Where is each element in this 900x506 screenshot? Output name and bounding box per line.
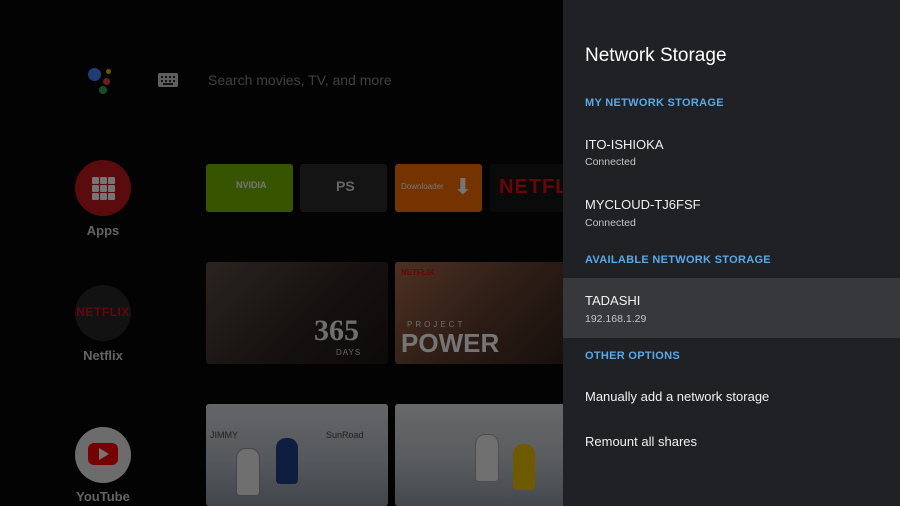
- poster-title: 365: [314, 314, 359, 347]
- rink-ad: JIMMY: [210, 430, 238, 440]
- storage-name: TADASHI: [585, 293, 641, 308]
- download-arrow-icon: ⬇: [453, 174, 472, 199]
- nvidia-app-card[interactable]: NVIDIA: [206, 164, 293, 212]
- storage-name: ITO-ISHIOKA: [585, 137, 664, 152]
- apps-button[interactable]: [75, 160, 131, 216]
- storage-item-mycloud-tj6fsf[interactable]: MYCLOUD-TJ6FSF Connected: [563, 190, 900, 246]
- netflix-app-card[interactable]: NETFLIX: [490, 164, 565, 212]
- hockey-video-thumbnail[interactable]: JIMMY SunRoad: [206, 404, 388, 506]
- netflix-logo: NETFLIX: [499, 176, 565, 198]
- storage-item-ito-ishioka[interactable]: ITO-ISHIOKA Connected: [563, 130, 900, 186]
- apps-label: Apps: [86, 223, 120, 238]
- storage-status: Connected: [585, 156, 636, 168]
- hockey-player: [276, 438, 298, 484]
- storage-status: Connected: [585, 217, 636, 229]
- netflix-label: Netflix: [83, 348, 123, 363]
- poster-project-power[interactable]: NETFLIX PROJECT POWER: [395, 262, 570, 364]
- google-assistant-icon[interactable]: [86, 66, 120, 96]
- hockey-player: [236, 448, 260, 496]
- youtube-play-icon: [88, 443, 118, 465]
- hockey-player: [513, 444, 535, 490]
- downloader-label: Downloader: [401, 182, 444, 191]
- panel-title: Network Storage: [585, 45, 727, 66]
- poster-subtitle: DAYS: [336, 348, 362, 357]
- storage-name: MYCLOUD-TJ6FSF: [585, 197, 701, 212]
- hockey-video-thumbnail[interactable]: [395, 404, 570, 506]
- search-input[interactable]: Search movies, TV, and more: [208, 72, 392, 88]
- storage-item-tadashi[interactable]: TADASHI 192.168.1.29: [563, 278, 900, 338]
- option-label: Manually add a network storage: [585, 389, 770, 404]
- playstation-app-card[interactable]: PS: [300, 164, 387, 212]
- option-label: Remount all shares: [585, 434, 697, 449]
- nvidia-logo: NVIDIA: [236, 180, 267, 190]
- keyboard-icon[interactable]: [158, 73, 178, 87]
- network-storage-panel: Network Storage MY NETWORK STORAGE ITO-I…: [563, 0, 900, 506]
- hockey-player: [475, 434, 499, 482]
- youtube-label: YouTube: [76, 489, 130, 504]
- poster-365-days[interactable]: 365 DAYS: [206, 262, 388, 364]
- netflix-badge: NETFLIX: [401, 268, 435, 277]
- section-available-network-storage: AVAILABLE NETWORK STORAGE: [585, 254, 771, 266]
- netflix-logo: NETFLIX: [76, 305, 130, 319]
- playstation-logo: PS: [336, 178, 355, 194]
- section-my-network-storage: MY NETWORK STORAGE: [585, 97, 724, 109]
- remount-all-shares-option[interactable]: Remount all shares: [563, 425, 900, 459]
- youtube-channel-button[interactable]: [75, 427, 131, 483]
- manually-add-network-storage-option[interactable]: Manually add a network storage: [563, 380, 900, 414]
- poster-title: POWER: [401, 328, 500, 358]
- section-other-options: OTHER OPTIONS: [585, 350, 680, 362]
- netflix-channel-button[interactable]: NETFLIX: [75, 285, 131, 341]
- storage-address: 192.168.1.29: [585, 313, 647, 325]
- downloader-app-card[interactable]: Downloader ⬇: [395, 164, 482, 212]
- rink-ad: SunRoad: [326, 430, 364, 440]
